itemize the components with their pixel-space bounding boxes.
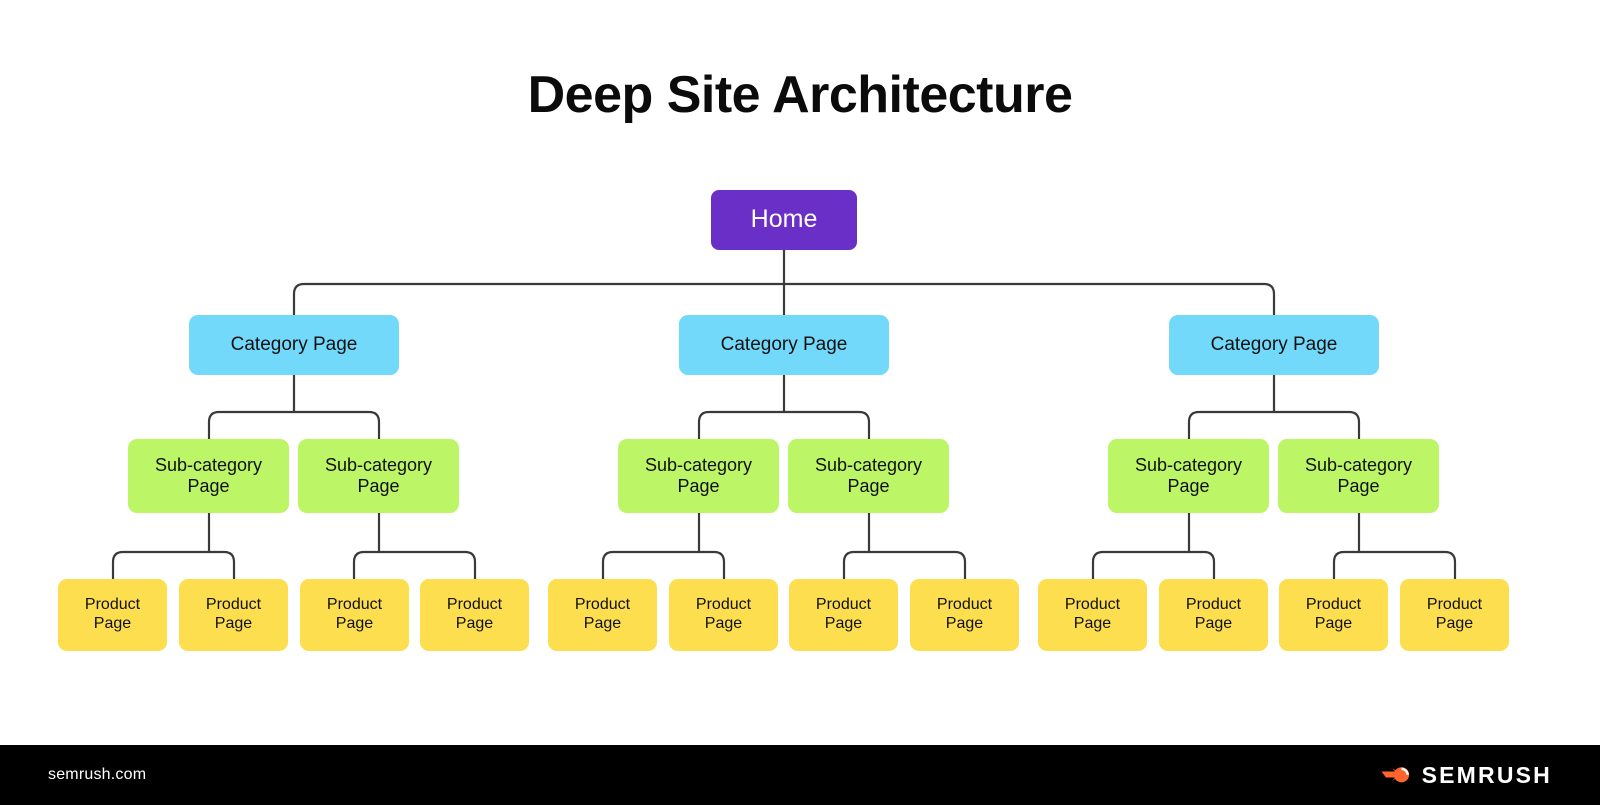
semrush-comet-icon [1380, 764, 1412, 786]
semrush-logo[interactable]: SEMRUSH [1380, 762, 1552, 789]
node-subcategory-3[interactable]: Sub-category Page [618, 439, 779, 513]
semrush-logo-text: SEMRUSH [1421, 761, 1552, 788]
node-product-3-label: Product Page [326, 596, 383, 632]
node-product-6[interactable]: Product Page [669, 579, 778, 651]
node-subcategory-1-label: Sub-category Page [154, 454, 263, 496]
node-subcategory-1[interactable]: Sub-category Page [128, 439, 289, 513]
node-subcategory-5[interactable]: Sub-category Page [1108, 439, 1269, 513]
node-subcategory-6-label: Sub-category Page [1304, 454, 1413, 496]
node-product-10-label: Product Page [1185, 596, 1242, 632]
node-subcategory-6[interactable]: Sub-category Page [1278, 439, 1439, 513]
node-product-8[interactable]: Product Page [910, 579, 1019, 651]
node-product-5-label: Product Page [574, 596, 631, 632]
node-product-11[interactable]: Product Page [1279, 579, 1388, 651]
footer-bar: semrush.com SEMRUSH [0, 745, 1600, 805]
node-subcategory-4[interactable]: Sub-category Page [788, 439, 949, 513]
node-product-9-label: Product Page [1064, 596, 1121, 632]
node-product-12-label: Product Page [1426, 596, 1483, 632]
node-product-8-label: Product Page [936, 596, 993, 632]
node-product-4[interactable]: Product Page [420, 579, 529, 651]
node-subcategory-5-label: Sub-category Page [1134, 454, 1243, 496]
node-home[interactable]: Home [711, 190, 857, 250]
node-product-11-label: Product Page [1305, 596, 1362, 632]
node-product-10[interactable]: Product Page [1159, 579, 1268, 651]
semrush-comet-icon-svg [1381, 767, 1409, 783]
node-home-label: Home [750, 205, 818, 234]
node-subcategory-4-label: Sub-category Page [814, 454, 923, 496]
node-product-5[interactable]: Product Page [548, 579, 657, 651]
node-product-6-label: Product Page [695, 596, 752, 632]
node-product-3[interactable]: Product Page [300, 579, 409, 651]
footer-site-url: semrush.com [48, 766, 147, 783]
node-product-12[interactable]: Product Page [1400, 579, 1509, 651]
node-category-1-label: Category Page [230, 333, 358, 355]
node-product-2[interactable]: Product Page [179, 579, 288, 651]
node-category-2[interactable]: Category Page [679, 315, 889, 375]
site-architecture-diagram: Home Category Page Category Page Categor… [0, 0, 1600, 745]
node-category-1[interactable]: Category Page [189, 315, 399, 375]
node-product-9[interactable]: Product Page [1038, 579, 1147, 651]
node-product-1-label: Product Page [84, 596, 141, 632]
diagram-canvas: Deep Site Architecture Home Category Pag… [0, 0, 1600, 805]
node-product-2-label: Product Page [205, 596, 262, 632]
node-subcategory-2-label: Sub-category Page [324, 454, 433, 496]
node-category-2-label: Category Page [720, 333, 848, 355]
node-category-3-label: Category Page [1210, 333, 1338, 355]
node-product-4-label: Product Page [446, 596, 503, 632]
node-subcategory-2[interactable]: Sub-category Page [298, 439, 459, 513]
node-category-3[interactable]: Category Page [1169, 315, 1379, 375]
node-subcategory-3-label: Sub-category Page [644, 454, 753, 496]
node-product-7-label: Product Page [815, 596, 872, 632]
node-product-1[interactable]: Product Page [58, 579, 167, 651]
node-product-7[interactable]: Product Page [789, 579, 898, 651]
